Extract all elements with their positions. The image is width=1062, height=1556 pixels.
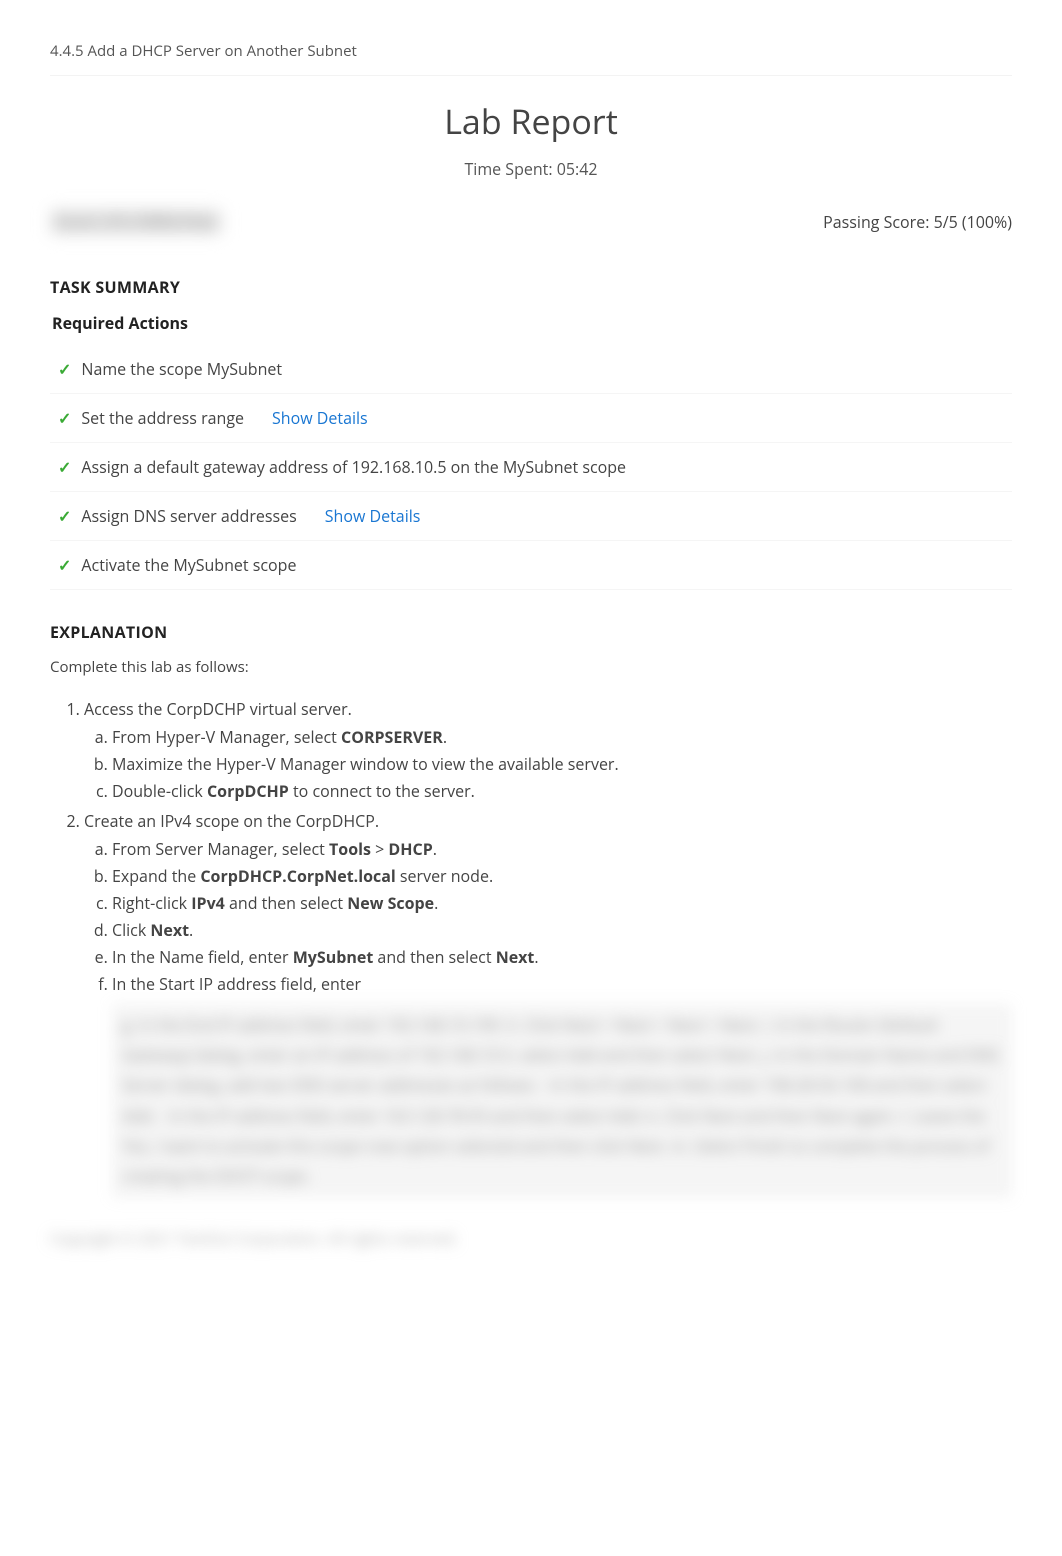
check-icon: ✓ <box>58 361 71 377</box>
task-row: ✓ Assign a default gateway address of 19… <box>50 443 1012 492</box>
substep-text: . <box>434 892 438 914</box>
substep-text: . <box>433 838 437 860</box>
substep: Expand the CorpDHCP.CorpNet.local server… <box>112 864 1012 888</box>
task-text: Assign a default gateway address of 192.… <box>81 455 626 479</box>
substep-text: From Server Manager, select <box>112 838 329 860</box>
bold-term: CorpDCHP <box>207 780 289 802</box>
explanation-intro: Complete this lab as follows: <box>50 656 1012 679</box>
substep-text: In the Name field, enter <box>112 946 293 968</box>
substep-text: . <box>443 726 447 748</box>
substep-text: server node. <box>396 865 493 887</box>
bold-term: DHCP <box>388 838 432 860</box>
score-blurred: Score: 5/5 (100%) Pass <box>50 209 222 236</box>
substep: Double-click CorpDCHP to connect to the … <box>112 779 1012 803</box>
substep-text: and then select <box>373 946 495 968</box>
substep-text: Click <box>112 919 150 941</box>
bold-term: Tools <box>329 838 371 860</box>
check-icon: ✓ <box>58 459 71 475</box>
step-1: Access the CorpDCHP virtual server. From… <box>84 697 1012 803</box>
step-1-substeps: From Hyper-V Manager, select CORPSERVER.… <box>84 725 1012 803</box>
substep: In the Start IP address field, enter <box>112 972 1012 996</box>
task-list: ✓ Name the scope MySubnet ✓ Set the addr… <box>50 345 1012 590</box>
bold-term: CORPSERVER <box>341 726 443 748</box>
substep-text: > <box>371 838 388 860</box>
substep-text: . <box>534 946 538 968</box>
required-actions-header: Required Actions <box>50 311 1012 335</box>
substep: From Hyper-V Manager, select CORPSERVER. <box>112 725 1012 749</box>
substep: In the Name field, enter MySubnet and th… <box>112 945 1012 969</box>
substep: Maximize the Hyper-V Manager window to v… <box>112 752 1012 776</box>
check-icon: ✓ <box>58 557 71 573</box>
breadcrumb: 4.4.5 Add a DHCP Server on Another Subne… <box>50 40 1012 76</box>
passing-score: Passing Score: 5/5 (100%) <box>823 210 1012 234</box>
task-row: ✓ Activate the MySubnet scope <box>50 541 1012 590</box>
step-2-substeps: From Server Manager, select Tools > DHCP… <box>84 837 1012 996</box>
time-spent: Time Spent: 05:42 <box>50 157 1012 181</box>
task-text: Name the scope MySubnet <box>81 357 282 381</box>
substep-text: In the Start IP address field, enter <box>112 973 361 995</box>
substep: Right-click IPv4 and then select New Sco… <box>112 891 1012 915</box>
explanation-header: EXPLANATION <box>50 620 1012 644</box>
task-summary-header: TASK SUMMARY <box>50 275 1012 299</box>
bold-term: CorpDHCP.CorpNet.local <box>200 865 395 887</box>
task-text: Activate the MySubnet scope <box>81 553 296 577</box>
bold-term: Next <box>496 946 535 968</box>
bold-term: MySubnet <box>293 946 374 968</box>
task-text: Assign DNS server addresses <box>81 504 296 528</box>
substep: Click Next. <box>112 918 1012 942</box>
substep-text: Expand the <box>112 865 200 887</box>
substep: From Server Manager, select Tools > DHCP… <box>112 837 1012 861</box>
step-2: Create an IPv4 scope on the CorpDHCP. Fr… <box>84 809 1012 1198</box>
bold-term: IPv4 <box>191 892 225 914</box>
task-row: ✓ Name the scope MySubnet <box>50 345 1012 394</box>
blurred-steps: g. In the End IP address field, enter 19… <box>112 1004 1012 1198</box>
step-1-title: Access the CorpDCHP virtual server. <box>84 698 352 720</box>
bold-term: New Scope <box>347 892 434 914</box>
check-icon: ✓ <box>58 508 71 524</box>
task-row: ✓ Set the address range Show Details <box>50 394 1012 443</box>
show-details-link[interactable]: Show Details <box>272 406 368 430</box>
check-icon: ✓ <box>58 410 71 426</box>
explanation-steps: Access the CorpDCHP virtual server. From… <box>50 697 1012 1198</box>
show-details-link[interactable]: Show Details <box>325 504 421 528</box>
score-row: Score: 5/5 (100%) Pass Passing Score: 5/… <box>50 209 1012 236</box>
page-title: Lab Report <box>50 96 1012 147</box>
substep-text: to connect to the server. <box>289 780 475 802</box>
task-text: Set the address range <box>81 406 244 430</box>
substep-text: Double-click <box>112 780 207 802</box>
substep-text: and then select <box>225 892 347 914</box>
substep-text: . <box>189 919 193 941</box>
substep-text: Right-click <box>112 892 191 914</box>
task-row: ✓ Assign DNS server addresses Show Detai… <box>50 492 1012 541</box>
footer-blurred: Copyright © 2021 TestOut Corporation. Al… <box>50 1228 1012 1251</box>
bold-term: Next <box>150 919 189 941</box>
step-2-title: Create an IPv4 scope on the CorpDHCP. <box>84 810 379 832</box>
substep-text: From Hyper-V Manager, select <box>112 726 341 748</box>
